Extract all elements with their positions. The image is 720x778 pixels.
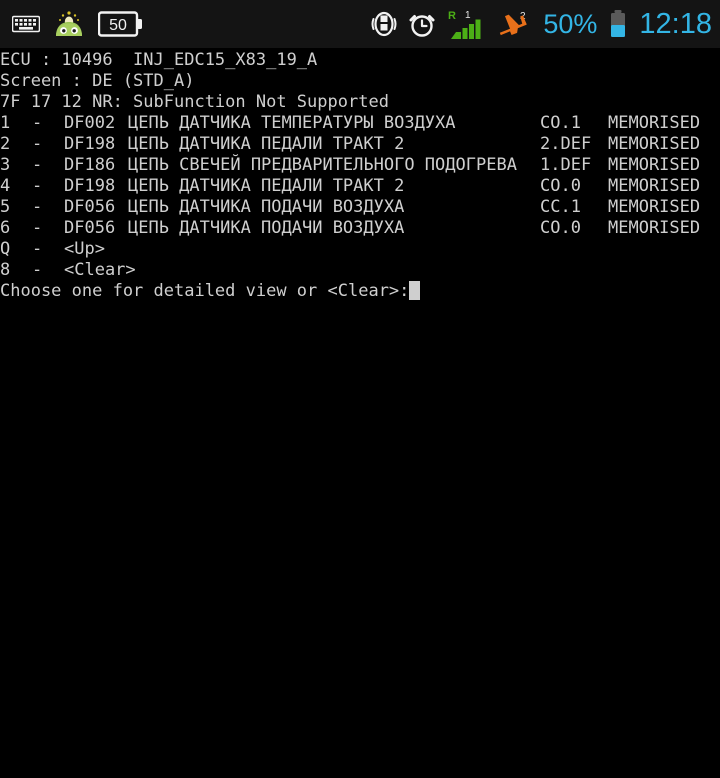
dtc-description: ЦЕПЬ ДАТЧИКА ПОДАЧИ ВОЗДУХА [128, 218, 405, 238]
menu-dash: - [32, 239, 43, 259]
menu-key: Q [0, 239, 11, 259]
vibrate-icon [371, 9, 397, 39]
dtc-dash: - [32, 155, 43, 175]
signal-roaming-label: R [448, 10, 456, 22]
dtc-row[interactable]: 4 - DF198 ЦЕПЬ ДАТЧИКА ПЕДАЛИ ТРАКТ 2 CO… [0, 176, 720, 197]
dtc-code: DF198 [64, 134, 116, 154]
menu-label: <Clear> [64, 260, 136, 280]
battery-percent-label: 50% [543, 9, 598, 39]
dtc-memory: MEMORISED [608, 218, 701, 238]
dtc-memory: MEMORISED [608, 176, 701, 196]
droid-app-icon[interactable] [53, 9, 85, 39]
menu-key: 8 [0, 260, 11, 280]
dtc-code: DF056 [64, 218, 116, 238]
alarm-clock-icon [408, 9, 436, 39]
terminal-line-ecu: ECU : 10496 INJ_EDC15_X83_19_A [0, 50, 318, 70]
menu-label: <Up> [64, 239, 105, 259]
dtc-description: ЦЕПЬ ДАТЧИКА ПЕДАЛИ ТРАКТ 2 [128, 176, 405, 196]
dtc-status: 1.DEF [540, 155, 592, 175]
dtc-dash: - [32, 176, 43, 196]
dtc-description: ЦЕПЬ ДАТЧИКА ПОДАЧИ ВОЗДУХА [128, 197, 405, 217]
dtc-status: 2.DEF [540, 134, 592, 154]
dtc-description: ЦЕПЬ СВЕЧЕЙ ПРЕДВАРИТЕЛЬНОГО ПОДОГРЕВА [128, 155, 517, 175]
status-bar-left-icons: 50 [0, 0, 144, 48]
dtc-code: DF198 [64, 176, 116, 196]
dtc-dash: - [32, 218, 43, 238]
dtc-row[interactable]: 5 - DF056 ЦЕПЬ ДАТЧИКА ПОДАЧИ ВОЗДУХА CC… [0, 197, 720, 218]
dtc-index: 4 [0, 176, 11, 196]
dtc-dash: - [32, 134, 43, 154]
menu-dash: - [32, 260, 43, 280]
prompt-line[interactable]: Choose one for detailed view or <Clear>: [0, 281, 720, 302]
dtc-index: 5 [0, 197, 11, 217]
battery-level-icon [608, 9, 628, 39]
dtc-dash: - [32, 197, 43, 217]
dtc-status: CC.1 [540, 197, 581, 217]
dtc-memory: MEMORISED [608, 155, 701, 175]
dtc-memory: MEMORISED [608, 113, 701, 133]
dtc-description: ЦЕПЬ ДАТЧИКА ПЕДАЛИ ТРАКТ 2 [128, 134, 405, 154]
dtc-status: CO.0 [540, 218, 581, 238]
status-bar: 50 R 1 50% 12:18 [0, 0, 720, 48]
dtc-code: DF056 [64, 197, 116, 217]
dtc-code: DF002 [64, 113, 116, 133]
dtc-index: 3 [0, 155, 11, 175]
dtc-index: 2 [0, 134, 11, 154]
prompt-text: Choose one for detailed view or <Clear>: [0, 281, 410, 301]
dtc-row[interactable]: 3 - DF186 ЦЕПЬ СВЕЧЕЙ ПРЕДВАРИТЕЛЬНОГО П… [0, 155, 720, 176]
dtc-index: 6 [0, 218, 11, 238]
dtc-status: CO.0 [540, 176, 581, 196]
battery-badge-value: 50 [109, 17, 127, 34]
menu-item-clear[interactable]: 8 - <Clear> [0, 260, 720, 281]
status-bar-right-icons: R 1 2 50% [371, 0, 712, 48]
dtc-index: 1 [0, 113, 11, 133]
signal-sim-label: 1 [465, 10, 471, 21]
terminal-line-screen: Screen : DE (STD_A) [0, 71, 195, 91]
dtc-dash: - [32, 113, 43, 133]
keyboard-icon[interactable] [12, 14, 40, 34]
dtc-row[interactable]: 1 - DF002 ЦЕПЬ ДАТЧИКА ТЕМПЕРАТУРЫ ВОЗДУ… [0, 113, 720, 134]
terminal-line-negative-response: 7F 17 12 NR: SubFunction Not Supported [0, 92, 389, 112]
clock-label: 12:18 [639, 8, 712, 40]
menu-item-up[interactable]: Q - <Up> [0, 239, 720, 260]
dtc-status: CO.1 [540, 113, 581, 133]
dtc-description: ЦЕПЬ ДАТЧИКА ТЕМПЕРАТУРЫ ВОЗДУХА [128, 113, 456, 133]
text-cursor [409, 281, 421, 300]
dtc-code: DF186 [64, 155, 116, 175]
terminal-screen[interactable]: ECU : 10496 INJ_EDC15_X83_19_A Screen : … [0, 48, 720, 778]
dtc-row[interactable]: 2 - DF198 ЦЕПЬ ДАТЧИКА ПЕДАЛИ ТРАКТ 2 2.… [0, 134, 720, 155]
dtc-row[interactable]: 6 - DF056 ЦЕПЬ ДАТЧИКА ПОДАЧИ ВОЗДУХА CO… [0, 218, 720, 239]
airplane-mode-icon: 2 [496, 8, 532, 40]
dtc-memory: MEMORISED [608, 134, 701, 154]
signal-bars-icon: R 1 [447, 8, 485, 40]
dtc-memory: MEMORISED [608, 197, 701, 217]
battery-percent-badge-icon[interactable]: 50 [98, 11, 144, 37]
